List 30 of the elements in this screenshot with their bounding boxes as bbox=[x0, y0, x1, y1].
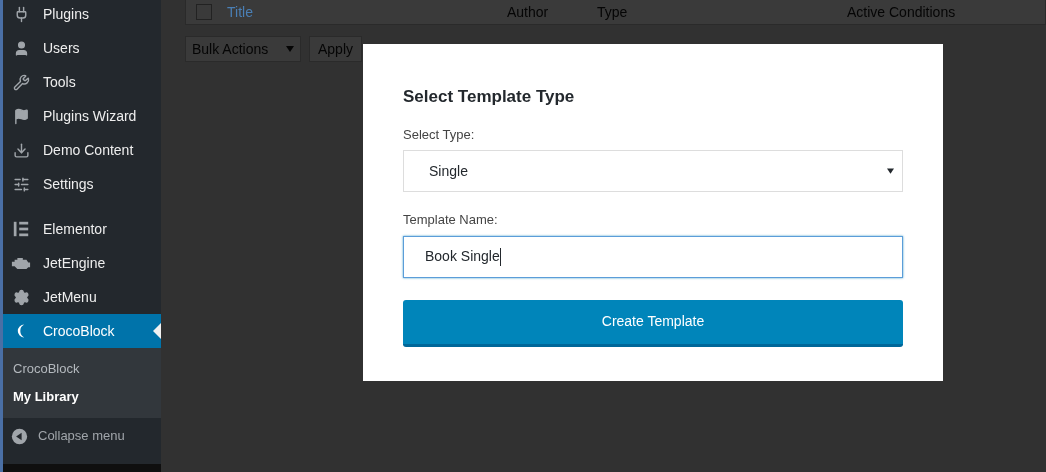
sidebar-item[interactable]: CrocoBlock bbox=[3, 314, 161, 348]
select-all-checkbox[interactable] bbox=[196, 4, 212, 20]
caret-icon bbox=[887, 168, 894, 174]
engine-icon bbox=[11, 255, 31, 271]
wrench-icon bbox=[12, 73, 30, 91]
collapse-menu-button[interactable]: Collapse menu bbox=[3, 418, 161, 454]
sidebar-item[interactable]: Demo Content bbox=[3, 133, 161, 167]
type-select[interactable]: Single bbox=[403, 150, 903, 192]
sliders-icon bbox=[12, 175, 30, 193]
caret-icon bbox=[286, 46, 294, 52]
sidebar-item[interactable]: Plugins Wizard bbox=[3, 99, 161, 133]
sidebar-item[interactable]: Elementor bbox=[3, 212, 161, 246]
sidebar-item[interactable]: JetEngine bbox=[3, 246, 161, 280]
current-pointer-icon bbox=[153, 323, 161, 339]
submenu-item[interactable]: CrocoBlock bbox=[3, 355, 161, 383]
field-label: Template Name: bbox=[403, 211, 499, 229]
create-template-button[interactable]: Create Template bbox=[403, 299, 903, 347]
collapse-icon bbox=[11, 427, 28, 445]
dialog-title: Select Template Type bbox=[403, 86, 576, 108]
elementor-icon bbox=[12, 220, 30, 238]
field-label: Select Type: bbox=[403, 125, 476, 144]
sidebar-item[interactable]: Plugins bbox=[3, 0, 161, 31]
sidebar-item[interactable]: Users bbox=[3, 31, 161, 65]
submenu-item[interactable]: My Library bbox=[3, 383, 161, 411]
sidebar-item[interactable]: Settings bbox=[3, 167, 161, 201]
sidebar-item[interactable]: JetMenu bbox=[3, 280, 161, 314]
flag-icon bbox=[12, 107, 30, 125]
template-name-field[interactable]: Book Single bbox=[403, 235, 903, 278]
download-icon bbox=[12, 141, 30, 159]
sidebar-item[interactable]: Tools bbox=[3, 65, 161, 99]
